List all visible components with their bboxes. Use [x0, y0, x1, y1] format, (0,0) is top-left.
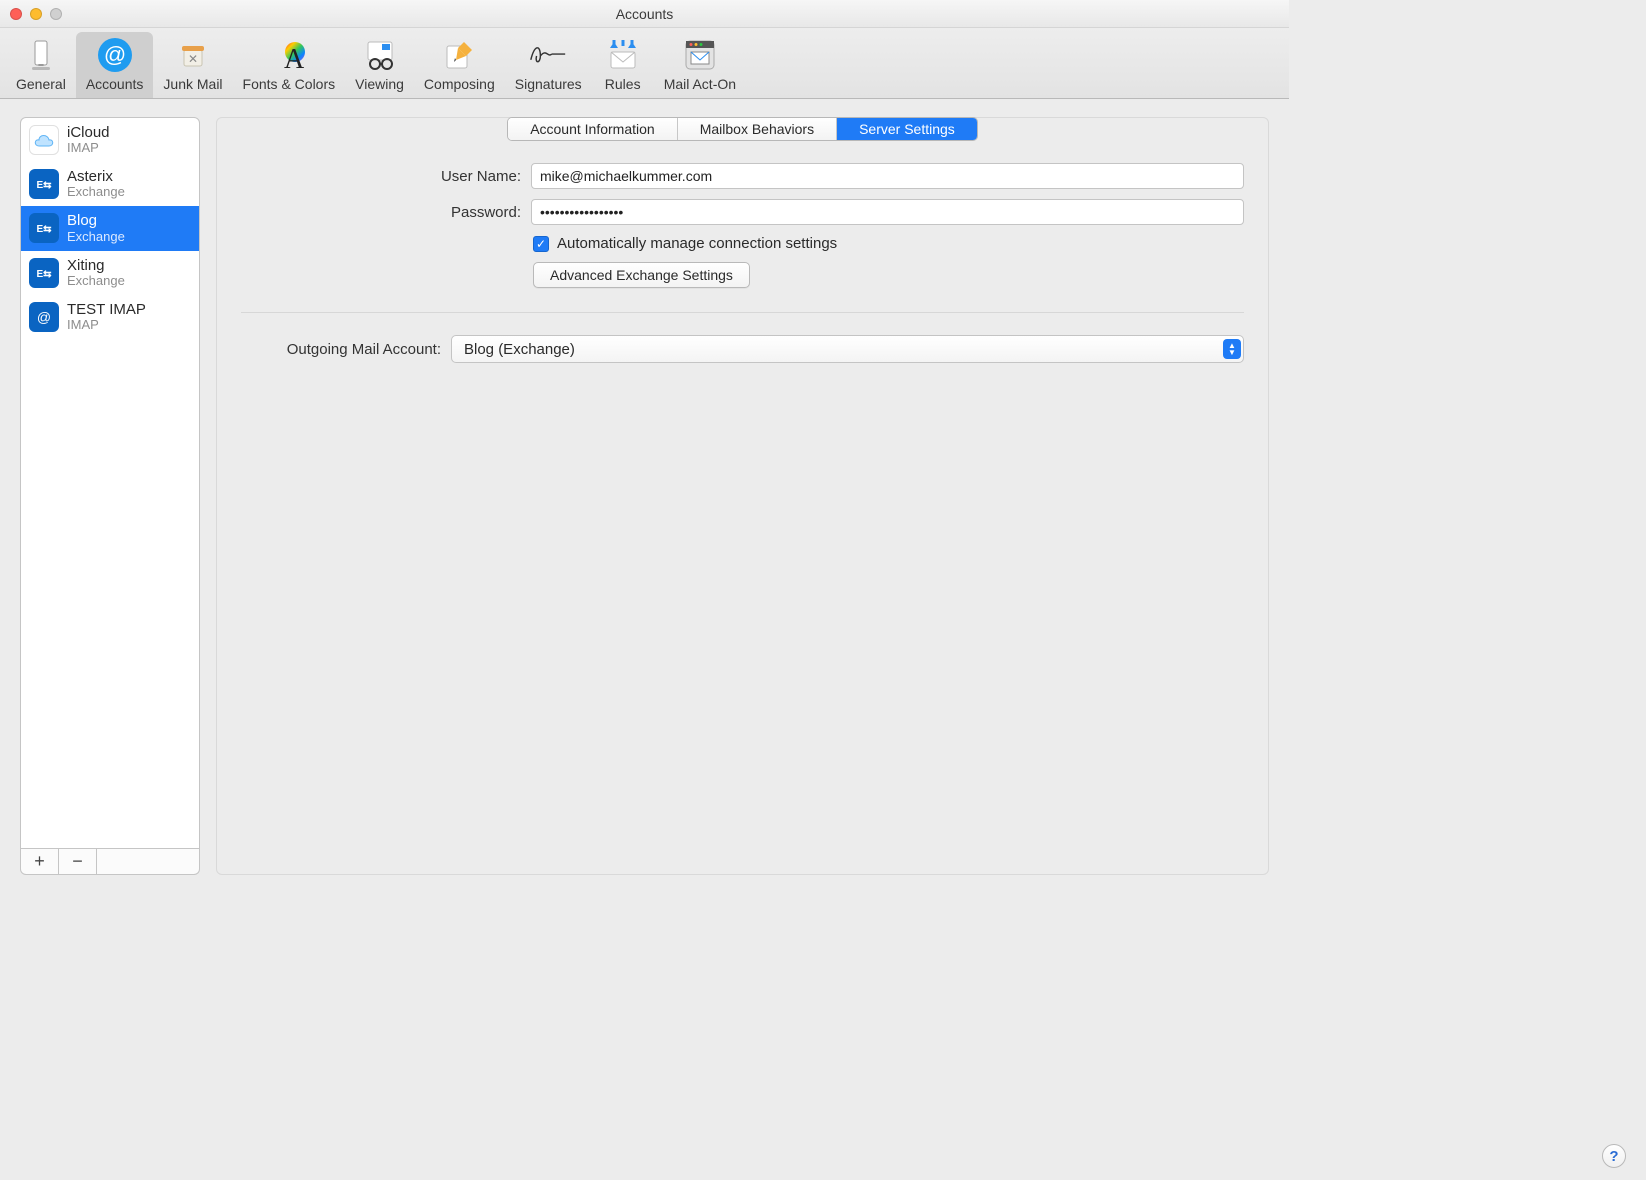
- checkbox-checked-icon[interactable]: ✓: [533, 236, 549, 252]
- toolbar-item-fonts-colors[interactable]: A Fonts & Colors: [233, 32, 346, 98]
- account-subtitle: Exchange: [67, 274, 125, 289]
- toolbar-item-label: General: [16, 76, 66, 92]
- toolbar-item-label: Accounts: [86, 76, 144, 92]
- tab-mailbox-behaviors[interactable]: Mailbox Behaviors: [678, 118, 837, 140]
- exchange-icon: E⇆: [29, 169, 59, 199]
- toolbar-item-viewing[interactable]: Viewing: [345, 32, 414, 98]
- cloud-icon: [29, 125, 59, 155]
- outgoing-account-row: Outgoing Mail Account: Blog (Exchange) ▲…: [241, 335, 1244, 363]
- outgoing-account-label: Outgoing Mail Account:: [241, 341, 441, 358]
- toolbar-item-general[interactable]: General: [6, 32, 76, 98]
- toolbar-item-label: Viewing: [355, 76, 404, 92]
- trash-icon: ✕: [172, 36, 214, 74]
- auto-manage-label: Automatically manage connection settings: [557, 235, 837, 252]
- account-subtitle: IMAP: [67, 141, 110, 156]
- advanced-exchange-settings-button[interactable]: Advanced Exchange Settings: [533, 262, 750, 288]
- exchange-icon: E⇆: [29, 258, 59, 288]
- svg-text:@: @: [103, 42, 125, 67]
- toolbar-item-composing[interactable]: Composing: [414, 32, 505, 98]
- account-subtitle: Exchange: [67, 230, 125, 245]
- account-row-icloud[interactable]: iCloud IMAP: [21, 118, 199, 162]
- toolbar-item-label: Mail Act-On: [664, 76, 736, 92]
- svg-text:E⇆: E⇆: [36, 269, 52, 280]
- preferences-toolbar: General @ Accounts ✕ Junk Mail A Fonts &…: [0, 28, 1289, 99]
- username-input[interactable]: [531, 163, 1244, 189]
- exchange-icon: E⇆: [29, 213, 59, 243]
- outgoing-account-select[interactable]: Blog (Exchange) ▲▼: [451, 335, 1244, 363]
- account-row-blog[interactable]: E⇆ Blog Exchange: [21, 206, 199, 250]
- account-name: TEST IMAP: [67, 301, 146, 318]
- content-area: iCloud IMAP E⇆ Asterix Exchange E⇆ Blo: [0, 99, 1289, 889]
- password-label: Password:: [241, 204, 521, 221]
- toolbar-item-accounts[interactable]: @ Accounts: [76, 32, 154, 98]
- account-name: Blog: [67, 212, 125, 229]
- help-button[interactable]: ?: [1602, 1144, 1626, 1168]
- titlebar: Accounts: [0, 0, 1289, 28]
- accounts-sidebar[interactable]: iCloud IMAP E⇆ Asterix Exchange E⇆ Blo: [20, 117, 200, 849]
- compose-icon: [438, 36, 480, 74]
- svg-text:E⇆: E⇆: [36, 180, 52, 191]
- toolbar-item-junk-mail[interactable]: ✕ Junk Mail: [153, 32, 232, 98]
- toolbar-item-label: Signatures: [515, 76, 582, 92]
- auto-manage-row[interactable]: ✓ Automatically manage connection settin…: [533, 235, 1244, 252]
- account-name: iCloud: [67, 124, 110, 141]
- svg-text:A: A: [284, 44, 305, 72]
- server-settings-form: User Name: Password: ✓ Automatically man…: [241, 163, 1244, 363]
- rules-icon: [602, 36, 644, 74]
- remove-account-button[interactable]: −: [59, 849, 97, 874]
- outgoing-account-value: Blog (Exchange): [464, 341, 575, 358]
- svg-text:E⇆: E⇆: [36, 224, 52, 235]
- detail-tabs: Account Information Mailbox Behaviors Se…: [507, 117, 978, 141]
- account-name: Asterix: [67, 168, 125, 185]
- svg-text:@: @: [37, 309, 51, 325]
- account-row-asterix[interactable]: E⇆ Asterix Exchange: [21, 162, 199, 206]
- general-icon: [20, 36, 62, 74]
- username-label: User Name:: [241, 168, 521, 185]
- toolbar-item-label: Junk Mail: [163, 76, 222, 92]
- at-icon: @: [94, 36, 136, 74]
- account-subtitle: IMAP: [67, 318, 146, 333]
- window-title: Accounts: [0, 6, 1289, 22]
- chevron-up-down-icon: ▲▼: [1223, 339, 1241, 359]
- at-icon: @: [29, 302, 59, 332]
- viewing-icon: [359, 36, 401, 74]
- toolbar-item-label: Composing: [424, 76, 495, 92]
- account-row-xiting[interactable]: E⇆ Xiting Exchange: [21, 251, 199, 295]
- footer-spacer: [97, 849, 199, 874]
- signature-icon: [527, 36, 569, 74]
- account-subtitle: Exchange: [67, 185, 125, 200]
- account-row-test-imap[interactable]: @ TEST IMAP IMAP: [21, 295, 199, 339]
- password-row: Password:: [241, 199, 1244, 225]
- form-divider: [241, 312, 1244, 313]
- accounts-footer: + −: [20, 849, 200, 875]
- add-account-button[interactable]: +: [21, 849, 59, 874]
- tab-server-settings[interactable]: Server Settings: [837, 118, 977, 140]
- fonts-colors-icon: A: [268, 36, 310, 74]
- password-input[interactable]: [531, 199, 1244, 225]
- mail-act-on-icon: [679, 36, 721, 74]
- toolbar-item-label: Rules: [605, 76, 641, 92]
- tab-account-information[interactable]: Account Information: [508, 118, 678, 140]
- svg-text:✕: ✕: [188, 52, 198, 66]
- toolbar-item-rules[interactable]: Rules: [592, 32, 654, 98]
- toolbar-item-label: Fonts & Colors: [243, 76, 336, 92]
- toolbar-item-signatures[interactable]: Signatures: [505, 32, 592, 98]
- toolbar-item-mail-act-on[interactable]: Mail Act-On: [654, 32, 746, 98]
- account-detail-pane: Account Information Mailbox Behaviors Se…: [216, 117, 1269, 875]
- username-row: User Name:: [241, 163, 1244, 189]
- accounts-sidebar-wrap: iCloud IMAP E⇆ Asterix Exchange E⇆ Blo: [20, 117, 200, 875]
- account-name: Xiting: [67, 257, 125, 274]
